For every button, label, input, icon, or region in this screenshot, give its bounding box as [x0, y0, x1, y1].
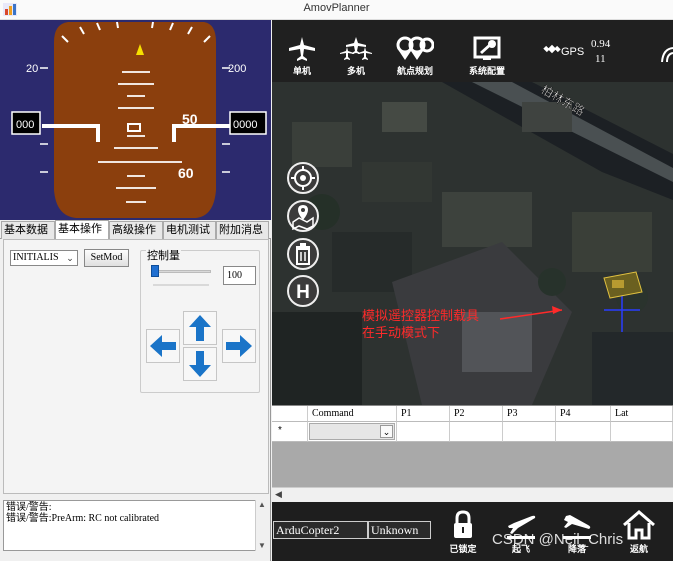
control-value-input[interactable]: 100 — [223, 266, 256, 285]
wifi-icon — [661, 47, 673, 62]
lock-icon — [454, 510, 472, 538]
attitude-indicator: 20 200 000 0000 50 60 — [0, 20, 271, 220]
map-marker-icon — [292, 205, 314, 231]
arrow-left-icon — [150, 335, 176, 357]
toolbar-single-drone[interactable]: 单机 — [277, 36, 327, 78]
toolbar-label: 单机 — [292, 66, 311, 76]
altitude-readout: 0000 — [233, 119, 257, 131]
control-slider-track[interactable] — [153, 270, 211, 273]
multi-drone-icon — [340, 37, 372, 60]
waypoint-plan-icon — [396, 36, 435, 60]
control-group-label: 控制量 — [146, 247, 181, 263]
single-drone-icon — [289, 37, 315, 61]
tab-advanced-operation[interactable]: 高级操作 — [109, 221, 163, 239]
home-h-icon: H — [296, 282, 310, 303]
left-arrow-button[interactable] — [146, 329, 180, 363]
column-header[interactable]: P4 — [556, 406, 611, 422]
watermark: CSDN @Neil_Chris — [492, 531, 624, 548]
control-slider-thumb[interactable] — [151, 265, 159, 277]
target-icon — [291, 166, 315, 190]
scroll-up-icon: ▲ — [258, 500, 266, 509]
system-config-icon — [473, 36, 501, 60]
annotation-line: 在手动模式下 — [362, 325, 441, 340]
table-cell[interactable] — [450, 422, 503, 442]
gps-hdop: 0.94 — [591, 38, 611, 50]
right-arrow-button[interactable] — [222, 329, 256, 363]
title-bar: AmovPlanner — [0, 0, 673, 20]
table-cell[interactable] — [556, 422, 611, 442]
gps-satellite-count: 11 — [595, 53, 606, 65]
mode-select[interactable]: INITIALIS ⌄ — [10, 250, 78, 266]
speed-readout: 000 — [16, 119, 34, 131]
mode-select-value: INITIALIS — [13, 252, 59, 263]
annotation-line: 模拟遥控器控制载具 — [362, 308, 480, 323]
arrow-up-icon — [189, 315, 211, 341]
map-view[interactable]: 柏林东路 H 模拟遥控器控制载具 在手动模式下 — [272, 82, 673, 405]
message-scrollbar[interactable]: ▲ ▼ — [255, 500, 268, 551]
command-select[interactable]: ⌄ — [309, 423, 395, 440]
map-target-button[interactable] — [287, 162, 319, 194]
arrow-right-icon — [226, 335, 252, 357]
set-mode-button[interactable]: SetMod — [84, 249, 129, 267]
map-clear-button[interactable] — [287, 238, 319, 270]
message-box[interactable]: 错误/警告: 错误/警告:PreArm: RC not calibrated — [3, 500, 268, 551]
gps-label: GPS — [561, 46, 585, 58]
pitch-label-lower: 60 — [178, 165, 194, 181]
up-arrow-button[interactable] — [183, 311, 217, 345]
satellite-map: 柏林东路 — [272, 82, 673, 405]
hud-scale-right: 200 — [228, 63, 246, 75]
column-header[interactable]: P1 — [397, 406, 450, 422]
table-cell[interactable] — [611, 422, 673, 442]
toolbar-multi-drone[interactable]: 多机 — [331, 36, 381, 78]
tab-motor-test[interactable]: 电机测试 — [163, 221, 216, 239]
command-cell[interactable]: ⌄ — [308, 422, 397, 442]
toolbar-system-config[interactable]: 系统配置 — [462, 36, 512, 78]
table-corner — [272, 406, 308, 422]
svg-text:H: H — [296, 282, 310, 303]
tab-basic-data[interactable]: 基本数据 — [1, 221, 55, 239]
map-home-button[interactable]: H — [287, 275, 319, 307]
lock-button[interactable]: 已锁定 — [438, 510, 488, 555]
tab-basic-operation[interactable]: 基本操作 — [55, 220, 109, 239]
table-cell[interactable] — [397, 422, 450, 442]
scroll-left-icon[interactable]: ◀ — [275, 489, 282, 500]
down-arrow-button[interactable] — [183, 347, 217, 381]
table-horizontal-scrollbar[interactable]: ◀ — [272, 487, 673, 502]
vehicle-state-status: Unknown — [368, 521, 431, 539]
chevron-down-icon: ⌄ — [66, 253, 74, 263]
column-header[interactable]: P2 — [450, 406, 503, 422]
table-cell[interactable] — [503, 422, 556, 442]
satellite-icon — [543, 44, 561, 54]
control-slider-ticks — [153, 284, 209, 286]
waypoint-table: Command P1 P2 P3 P4 Lat * ⌄ — [272, 405, 673, 487]
arrow-down-icon — [189, 351, 211, 377]
map-marker-button[interactable] — [287, 200, 319, 232]
message-line: 错误/警告:PreArm: RC not calibrated — [6, 513, 160, 524]
scroll-down-icon: ▼ — [258, 541, 266, 550]
column-header[interactable]: Lat — [611, 406, 673, 422]
vehicle-type-status: ArduCopter2 — [273, 521, 368, 539]
pitch-label-upper: 50 — [182, 111, 198, 127]
return-home-icon — [623, 510, 655, 540]
message-line: 错误/警告: — [6, 502, 52, 513]
toolbar-label: 多机 — [346, 66, 365, 76]
toolbar-waypoint-plan[interactable]: 航点规划 — [390, 36, 440, 78]
operation-tabs: 基本数据 基本操作 高级操作 电机测试 附加消息 — [0, 220, 271, 239]
hud-scale-left: 20 — [26, 63, 38, 75]
tab-extra-messages[interactable]: 附加消息 — [216, 221, 269, 239]
window-title: AmovPlanner — [303, 2, 370, 14]
new-row-marker: * — [272, 422, 308, 442]
column-header[interactable]: Command — [308, 406, 397, 422]
action-label: 已锁定 — [449, 544, 477, 554]
toolbar-label: 航点规划 — [396, 66, 433, 76]
toolbar-label: 系统配置 — [468, 66, 505, 76]
trash-icon — [296, 243, 310, 265]
column-header[interactable]: P3 — [503, 406, 556, 422]
chevron-down-icon[interactable]: ⌄ — [380, 425, 393, 438]
